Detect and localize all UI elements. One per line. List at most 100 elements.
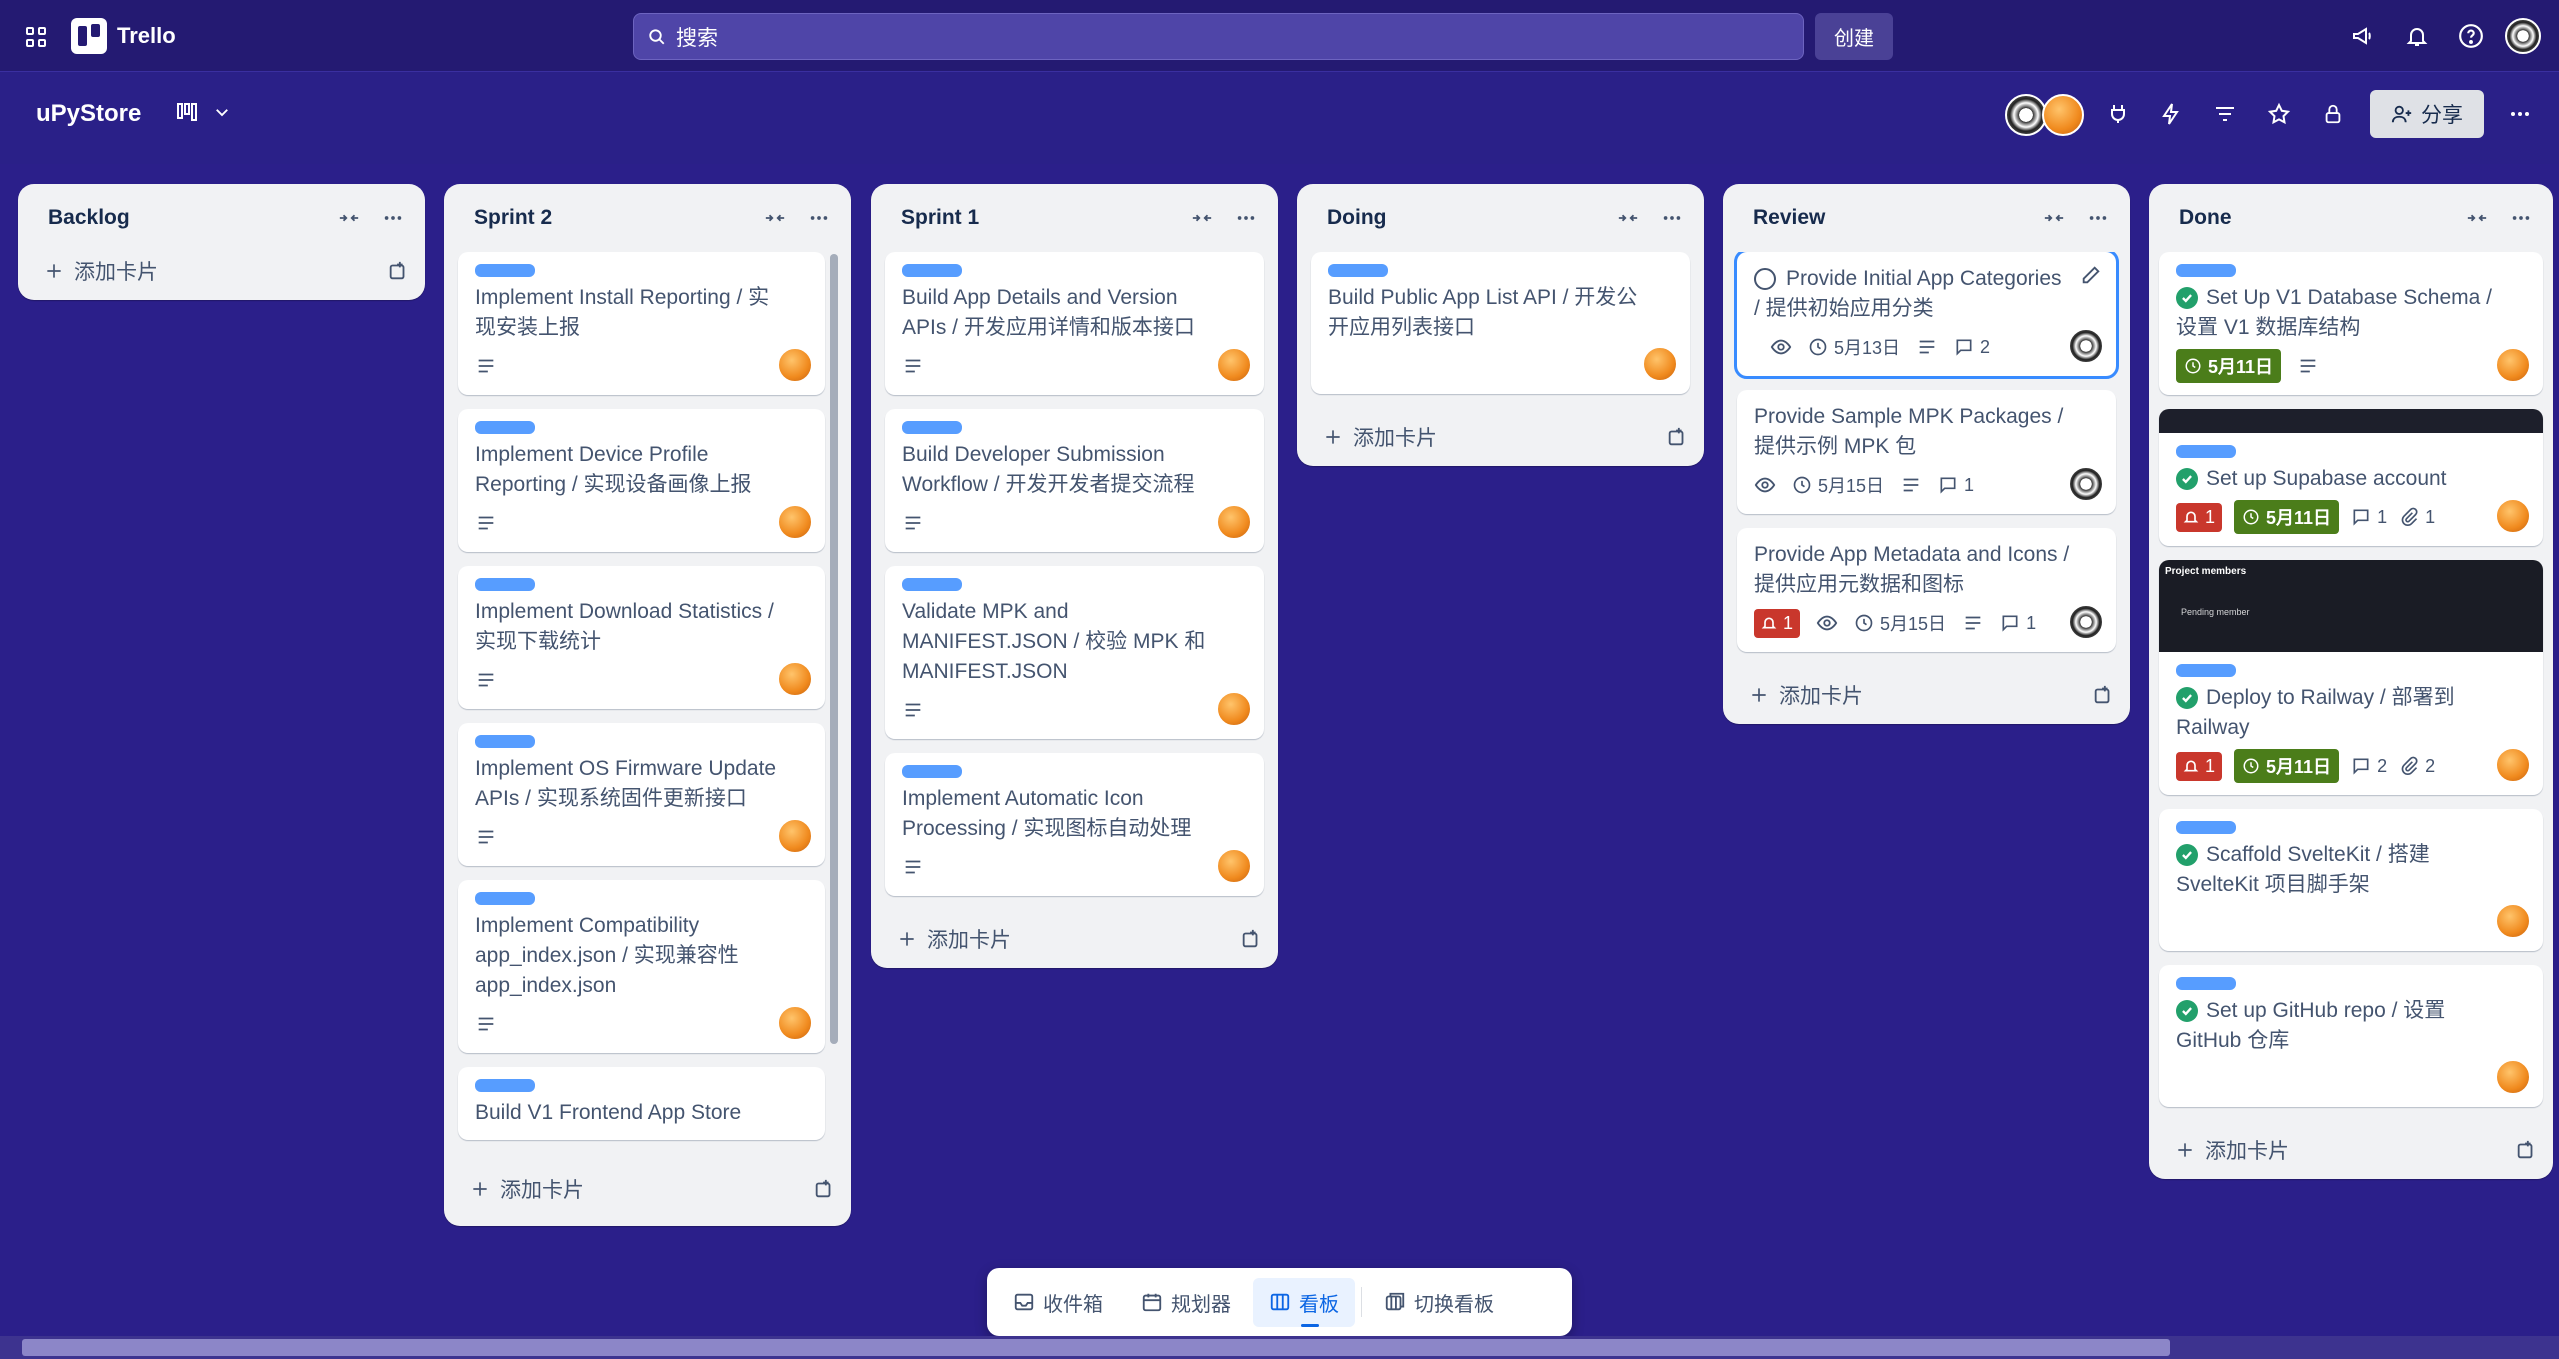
card-label[interactable] [475,892,535,905]
template-icon[interactable] [1240,928,1262,950]
create-button[interactable]: 创建 [1815,13,1893,60]
member-avatar[interactable] [1216,691,1252,727]
card[interactable]: Set up GitHub repo / 设置 GitHub 仓库 [2159,965,2543,1107]
card[interactable]: Validate MPK and MANIFEST.JSON / 校验 MPK … [885,566,1264,739]
card-label[interactable] [2176,664,2236,677]
member-avatar[interactable] [1216,848,1252,884]
check-icon[interactable] [2176,687,2198,710]
list-title[interactable]: Done [2179,206,2453,230]
due-date-badge[interactable]: 5月15日 [1854,610,1946,636]
list-title[interactable]: Doing [1327,206,1604,230]
card-label[interactable] [475,264,535,277]
megaphone-icon[interactable] [2345,18,2381,54]
member-avatar[interactable] [2495,498,2531,534]
lock-icon[interactable] [2315,96,2351,132]
member-avatar[interactable] [777,661,813,697]
board-title[interactable]: uPyStore [36,100,141,128]
card-label[interactable] [2176,264,2236,277]
card[interactable]: Build Developer Submission Workflow / 开发… [885,409,1264,552]
add-card-button[interactable]: 添加卡片 [871,910,1278,968]
template-icon[interactable] [387,260,409,282]
trello-logo[interactable]: Trello [71,18,176,54]
due-date-badge[interactable]: 5月11日 [2234,749,2340,783]
power-ups-icon[interactable] [2100,96,2136,132]
check-icon[interactable] [2176,287,2198,310]
member-avatar[interactable] [2005,94,2047,136]
check-icon[interactable] [2176,1000,2198,1023]
add-card-button[interactable]: 添加卡片 [18,242,425,300]
card[interactable]: Set Up V1 Database Schema / 设置 V1 数据库结构 … [2159,252,2543,395]
card[interactable]: Provide Initial App Categories / 提供初始应用分… [1734,252,2119,379]
more-icon[interactable] [2502,96,2538,132]
member-avatar[interactable] [2495,1059,2531,1095]
inbox-tab[interactable]: 收件箱 [997,1278,1119,1327]
member-avatar[interactable] [2495,347,2531,383]
bell-icon[interactable] [2399,18,2435,54]
view-switcher[interactable] [175,100,231,124]
member-avatar[interactable] [2495,903,2531,939]
member-avatar[interactable] [2042,94,2084,136]
member-avatar[interactable] [2068,604,2104,640]
list-title[interactable]: Backlog [48,206,325,230]
card-label[interactable] [475,1079,535,1092]
collapse-icon[interactable] [1608,198,1648,238]
card-label[interactable] [475,578,535,591]
member-avatar[interactable] [777,818,813,854]
list-menu-icon[interactable] [2078,198,2118,238]
add-card-button[interactable]: 添加卡片 [444,1160,851,1218]
card[interactable]: Provide Sample MPK Packages / 提供示例 MPK 包… [1737,390,2116,514]
card-label[interactable] [2176,977,2236,990]
check-icon[interactable] [2176,844,2198,867]
add-card-button[interactable]: 添加卡片 [2149,1121,2553,1179]
card[interactable]: Implement Install Reporting / 实现安装上报 [458,252,825,395]
card[interactable]: Scaffold SvelteKit / 搭建 SvelteKit 项目脚手架 [2159,809,2543,951]
template-icon[interactable] [2092,684,2114,706]
list-menu-icon[interactable] [1652,198,1692,238]
due-date-badge[interactable]: 5月11日 [2234,500,2340,534]
card[interactable]: Project members Pending member Deploy to … [2159,560,2543,795]
user-avatar[interactable] [2505,18,2541,54]
template-icon[interactable] [1666,426,1688,448]
card-label[interactable] [475,421,535,434]
card[interactable]: Provide App Metadata and Icons / 提供应用元数据… [1737,528,2116,652]
card[interactable]: Build App Details and Version APIs / 开发应… [885,252,1264,395]
automation-icon[interactable] [2153,96,2189,132]
add-card-button[interactable]: 添加卡片 [1297,408,1704,466]
member-avatar[interactable] [1642,346,1678,382]
card[interactable]: Build Public App List API / 开发公开应用列表接口 [1311,252,1690,394]
card[interactable]: Implement Automatic Icon Processing / 实现… [885,753,1264,896]
card[interactable]: Implement Device Profile Reporting / 实现设… [458,409,825,552]
member-avatar[interactable] [2495,747,2531,783]
collapse-icon[interactable] [329,198,369,238]
list-menu-icon[interactable] [373,198,413,238]
member-avatar[interactable] [777,347,813,383]
member-avatar[interactable] [2068,328,2104,364]
list-scrollbar[interactable] [830,254,838,1044]
card-label[interactable] [2176,821,2236,834]
card-label[interactable] [475,735,535,748]
collapse-icon[interactable] [1182,198,1222,238]
planner-tab[interactable]: 规划器 [1125,1278,1247,1327]
add-card-button[interactable]: 添加卡片 [1723,666,2130,724]
due-date-badge[interactable]: 5月13日 [1808,334,1900,360]
member-avatar[interactable] [1216,504,1252,540]
switch-board-tab[interactable]: 切换看板 [1368,1278,1510,1327]
due-date-badge[interactable]: 5月11日 [2176,349,2282,383]
card-label[interactable] [902,765,962,778]
list-menu-icon[interactable] [2501,198,2541,238]
card[interactable]: Implement Download Statistics / 实现下载统计 [458,566,825,709]
template-icon[interactable] [2515,1139,2537,1161]
collapse-icon[interactable] [755,198,795,238]
list-title[interactable]: Review [1753,206,2030,230]
template-icon[interactable] [813,1178,835,1200]
star-icon[interactable] [2261,96,2297,132]
card[interactable]: Implement OS Firmware Update APIs / 实现系统… [458,723,825,866]
list-title[interactable]: Sprint 1 [901,206,1178,230]
help-icon[interactable] [2453,18,2489,54]
list-menu-icon[interactable] [1226,198,1266,238]
card-label[interactable] [902,421,962,434]
member-avatar[interactable] [1216,347,1252,383]
card[interactable]: Build V1 Frontend App Store [458,1067,825,1140]
scrollbar-thumb[interactable] [22,1339,2170,1356]
card[interactable]: Implement Compatibility app_index.json /… [458,880,825,1053]
